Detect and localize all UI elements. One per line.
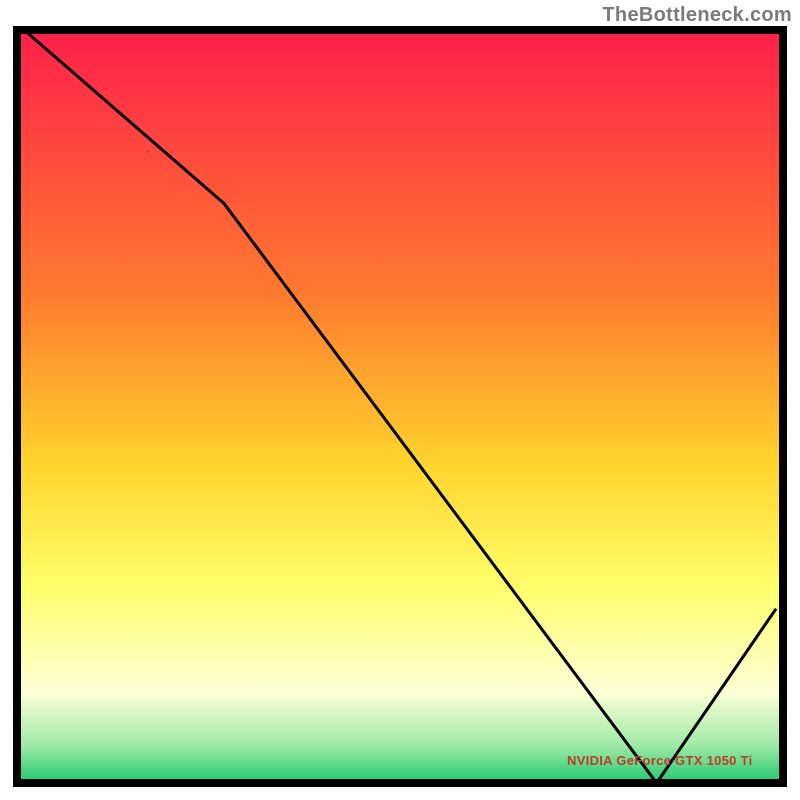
gpu-annotation: NVIDIA GeForce GTX 1050 Ti bbox=[567, 753, 753, 768]
chart-stage: { "attribution": "TheBottleneck.com", "a… bbox=[0, 0, 800, 800]
bottleneck-chart bbox=[0, 0, 800, 800]
plot-background bbox=[17, 30, 783, 783]
attribution-text: TheBottleneck.com bbox=[602, 4, 792, 27]
